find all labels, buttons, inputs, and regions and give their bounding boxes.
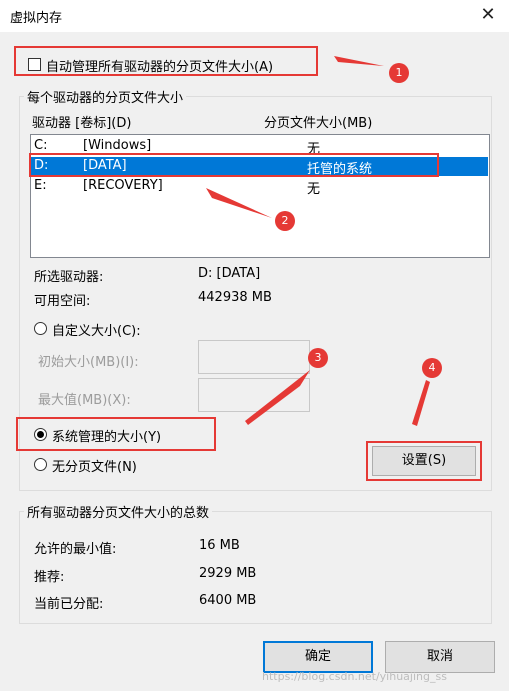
arrow-icon-4 [412, 380, 430, 426]
annotation-badge-2: 2 [275, 211, 295, 231]
annotation-badge-1: 1 [389, 63, 409, 83]
arrow-icon-3 [245, 370, 310, 425]
annotation-arrows [206, 56, 430, 426]
annotation-badge-4: 4 [422, 358, 442, 378]
annotation-badge-3: 3 [308, 348, 328, 368]
arrow-icon-2 [206, 188, 272, 218]
arrow-icon-1 [334, 56, 384, 66]
